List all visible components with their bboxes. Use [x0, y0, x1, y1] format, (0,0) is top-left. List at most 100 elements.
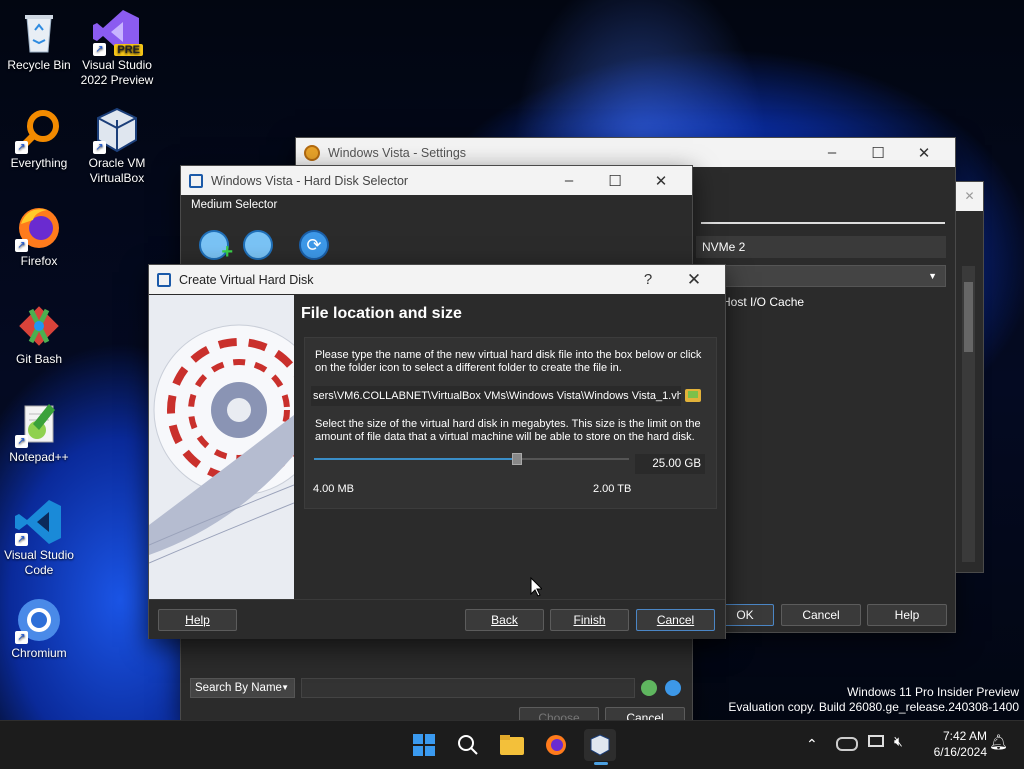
start-windows-icon[interactable]: [408, 729, 440, 761]
shortcut-arrow-icon: ↗: [93, 141, 106, 154]
desktop-icon-git-bash[interactable]: Git Bash: [0, 302, 78, 367]
virtualbox-icon[interactable]: [584, 729, 616, 765]
cancel-button[interactable]: Cancel: [636, 609, 715, 631]
scrollbar[interactable]: [962, 266, 975, 562]
network-icon[interactable]: [868, 735, 884, 747]
disk-illustration: [149, 295, 294, 599]
recycle-bin-icon: [15, 8, 63, 56]
preview-badge: PRE: [114, 44, 143, 56]
selector-titlebar[interactable]: Windows Vista - Hard Disk Selector – ☐ ✕: [181, 166, 692, 195]
volume-muted-icon[interactable]: 🔇︎: [894, 733, 903, 750]
minimize-icon[interactable]: –: [546, 172, 592, 189]
slider-max-label: 2.00 TB: [593, 483, 632, 495]
search-icon[interactable]: [641, 680, 657, 696]
slider-fill: [314, 458, 512, 460]
dialog-titlebar[interactable]: Create Virtual Hard Disk ? ✕: [149, 265, 725, 294]
back-label: Back: [491, 613, 518, 627]
search-mode-dropdown[interactable]: Search By Name ▼: [190, 678, 295, 698]
storage-item[interactable]: NVMe 2: [696, 236, 946, 258]
help-icon[interactable]: ?: [625, 271, 671, 288]
help-button[interactable]: Help: [158, 609, 237, 631]
file-explorer-icon[interactable]: [496, 729, 528, 761]
settings-separator: [701, 222, 945, 224]
finish-button[interactable]: Finish: [550, 609, 629, 631]
desktop-icon-virtualbox[interactable]: ↗ Oracle VM VirtualBox: [78, 106, 156, 186]
file-path-field[interactable]: sers\VM6.COLLABNET\VirtualBox VMs\Window…: [311, 386, 681, 406]
desktop-icon-label: Recycle Bin: [7, 58, 71, 72]
storage-type-dropdown[interactable]: e ▼: [696, 265, 946, 287]
virtualbox-icon: ↗: [93, 106, 141, 154]
folder-icon[interactable]: [685, 389, 701, 402]
desktop-icon-label: Visual Studio Code: [4, 548, 74, 577]
desktop-icon-label: Everything: [10, 156, 68, 170]
minimize-icon[interactable]: –: [809, 144, 855, 161]
clock-time[interactable]: 7:42 AM: [925, 729, 987, 743]
desktop-icon-vscode[interactable]: ↗ Visual Studio Code: [0, 498, 78, 578]
taskbar: ⌃ 🔇︎ 7:42 AM 6/16/2024 🔔︎: [0, 720, 1024, 769]
mouse-cursor-icon: [530, 576, 544, 600]
window-title: Windows Vista - Settings: [328, 145, 467, 160]
notification-bell-icon[interactable]: 🔔︎: [989, 733, 1008, 751]
chevron-down-icon: ▼: [928, 271, 937, 281]
ok-label: OK: [736, 608, 754, 622]
maximize-icon[interactable]: ☐: [855, 144, 901, 162]
create-virtual-hard-disk-dialog[interactable]: Create Virtual Hard Disk ? ✕ File locati…: [148, 264, 726, 639]
create-disk-icon[interactable]: [243, 230, 273, 260]
virtualbox-small-icon: [157, 272, 171, 287]
firefox-icon: ↗: [15, 204, 63, 252]
help-button[interactable]: Help: [867, 604, 947, 626]
help-label: Help: [185, 613, 210, 627]
desktop-icon-label: Firefox: [20, 254, 58, 268]
scrollbar-thumb[interactable]: [964, 282, 973, 352]
search-next-icon[interactable]: [665, 680, 681, 696]
menu-medium-selector[interactable]: Medium Selector: [191, 199, 277, 211]
size-input[interactable]: 25.00 GB: [635, 454, 705, 474]
desktop-icon-label: Chromium: [11, 646, 67, 660]
cancel-button[interactable]: Cancel: [781, 604, 861, 626]
git-bash-icon: [15, 302, 63, 350]
cancel-label: Cancel: [802, 608, 840, 622]
shortcut-arrow-icon: ↗: [15, 141, 28, 154]
desktop-icon-recycle-bin[interactable]: Recycle Bin: [0, 8, 78, 73]
everything-icon: ↗: [15, 106, 63, 154]
onedrive-icon[interactable]: [836, 737, 858, 751]
close-icon[interactable]: ✕: [638, 172, 684, 190]
notepadpp-icon: ↗: [15, 400, 63, 448]
page-heading: File location and size: [301, 305, 462, 322]
desktop-icon-label: Notepad++: [9, 450, 69, 464]
file-path-value: sers\VM6.COLLABNET\VirtualBox VMs\Window…: [313, 390, 681, 402]
slider-min-label: 4.00 MB: [313, 483, 354, 495]
storage-item-label: NVMe 2: [702, 240, 746, 254]
location-description: Please type the name of the new virtual …: [315, 349, 702, 374]
settings-titlebar[interactable]: Windows Vista - Settings – ☐ ✕: [296, 138, 955, 167]
slider-handle[interactable]: [512, 453, 522, 465]
refresh-icon[interactable]: ⟳: [299, 230, 329, 260]
shortcut-arrow-icon: ↗: [15, 631, 28, 644]
window-title: Windows Vista - Hard Disk Selector: [211, 173, 409, 188]
settings-gear-icon: [304, 144, 320, 161]
desktop-icon-notepadpp[interactable]: ↗ Notepad++: [0, 400, 78, 465]
desktop-icon-everything[interactable]: ↗ Everything: [0, 106, 78, 171]
search-input[interactable]: [301, 678, 635, 698]
size-slider[interactable]: [314, 453, 629, 465]
chromium-icon: ↗: [15, 596, 63, 644]
search-icon[interactable]: [452, 729, 484, 761]
desktop-icon-firefox[interactable]: ↗ Firefox: [0, 204, 78, 269]
desktop-icon-chromium[interactable]: ↗ Chromium: [0, 596, 78, 661]
active-indicator: [594, 762, 608, 765]
panel-close-icon[interactable]: ✕: [956, 182, 983, 211]
clock-date[interactable]: 6/16/2024: [915, 745, 987, 759]
desktop-icon-visual-studio[interactable]: PRE ↗ Visual Studio 2022 Preview: [78, 8, 156, 88]
chevron-up-icon[interactable]: ⌃: [806, 736, 818, 753]
close-icon[interactable]: ✕: [901, 144, 947, 162]
add-disk-icon[interactable]: +: [199, 230, 233, 263]
back-button[interactable]: Back: [465, 609, 544, 631]
shortcut-arrow-icon: ↗: [15, 239, 28, 252]
maximize-icon[interactable]: ☐: [592, 172, 638, 190]
firefox-icon[interactable]: [540, 729, 572, 761]
close-icon[interactable]: ✕: [671, 270, 717, 290]
virtualbox-small-icon: [189, 173, 203, 188]
visual-studio-icon: PRE ↗: [93, 8, 143, 56]
desktop-icon-label: Visual Studio 2022 Preview: [80, 58, 154, 87]
dialog-title: Create Virtual Hard Disk: [179, 272, 314, 287]
